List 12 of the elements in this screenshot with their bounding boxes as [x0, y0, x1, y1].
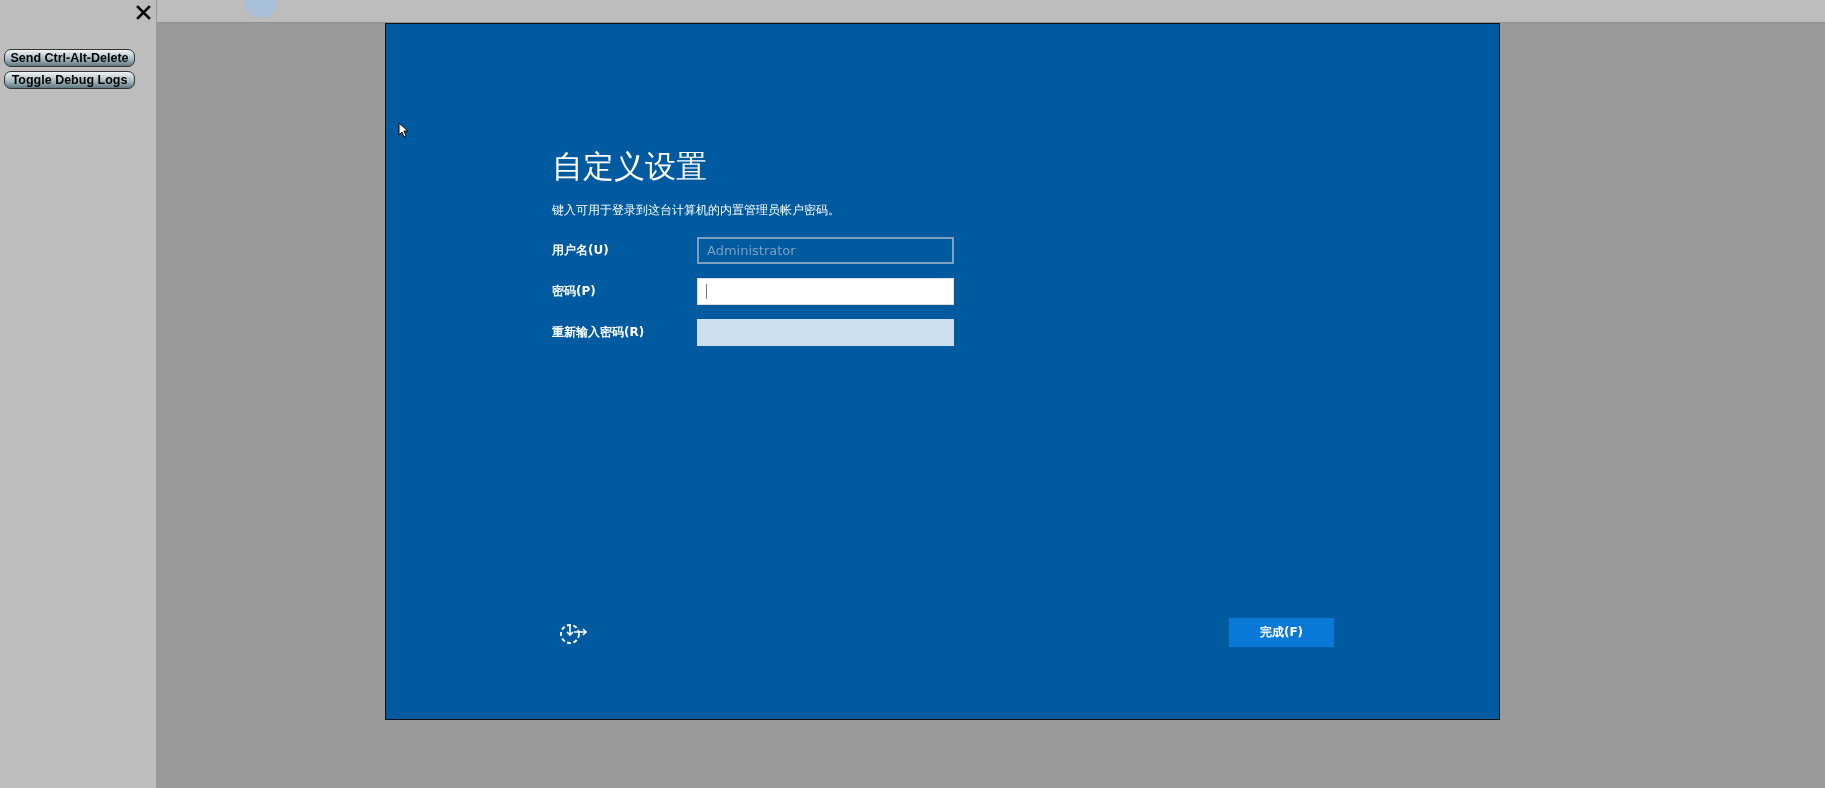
field-label: 密码(P) — [552, 283, 597, 300]
field-label: 重新输入密码(R) — [552, 324, 646, 341]
input-field[interactable] — [697, 319, 954, 346]
finish-button[interactable]: 完成(F) — [1229, 618, 1334, 647]
field-label: 用户名(U) — [552, 242, 610, 259]
sidebar-button[interactable]: Send Ctrl-Alt-Delete — [4, 49, 135, 67]
input-field[interactable] — [697, 278, 954, 305]
instruction-text: 键入可用于登录到这台计算机的内置管理员帐户密码。 — [552, 202, 841, 219]
setup-title: 自定义设置 — [552, 147, 708, 186]
mouse-cursor-icon — [398, 122, 408, 138]
sidebar-button[interactable]: Toggle Debug Logs — [4, 71, 135, 89]
close-icon[interactable] — [135, 4, 152, 21]
